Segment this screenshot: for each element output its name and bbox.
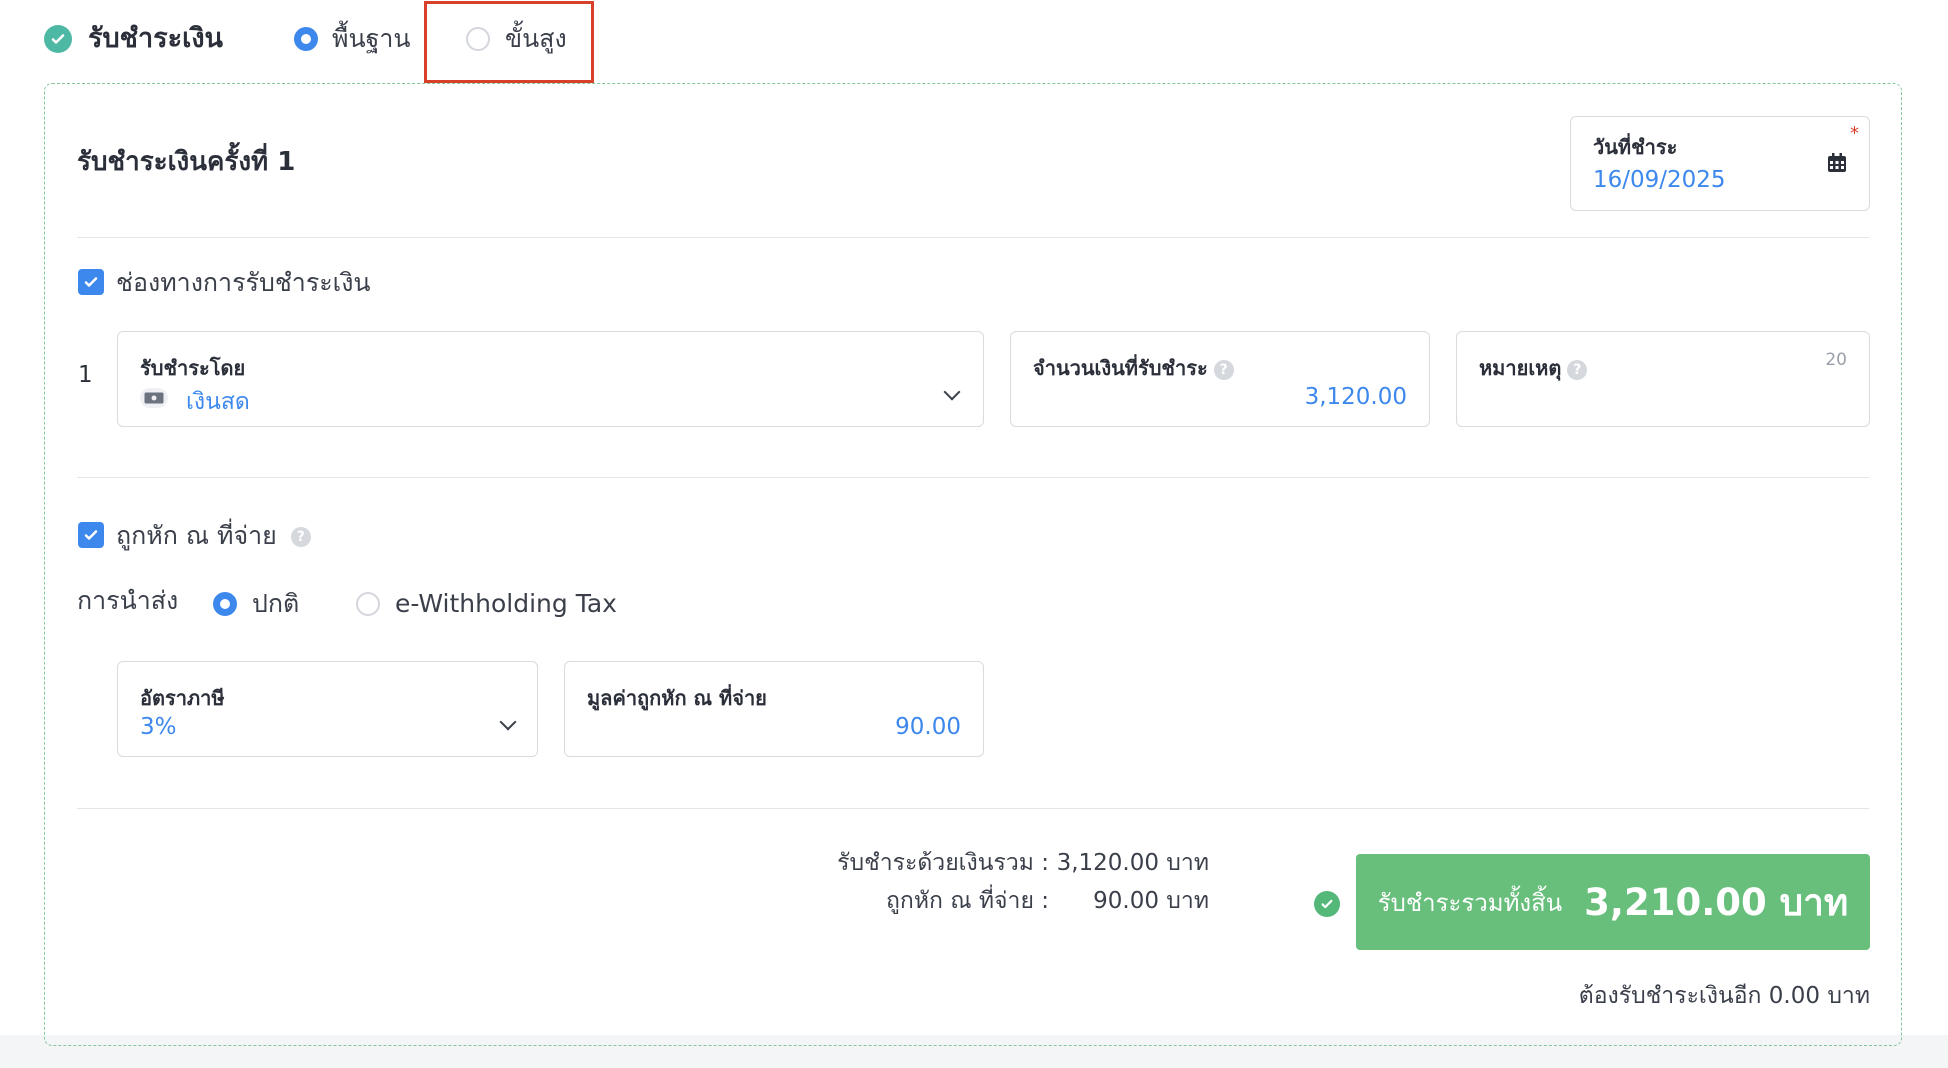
calendar-icon[interactable] bbox=[1827, 153, 1847, 177]
tax-rate-label: อัตราภาษี bbox=[140, 686, 225, 710]
advanced-mode-highlight bbox=[424, 1, 594, 83]
summary-paid-value: 3,120.00 บาท bbox=[1056, 850, 1209, 876]
withholding-amount-label: มูลค่าถูกหัก ณ ที่จ่าย bbox=[587, 686, 767, 710]
tax-rate-value: 3% bbox=[140, 714, 177, 740]
payment-date-value[interactable]: 16/09/2025 bbox=[1593, 167, 1726, 193]
section-check-icon bbox=[44, 25, 72, 53]
delivery-label: การนำส่ง bbox=[77, 586, 179, 615]
summary-withheld-value: 90.00 บาท bbox=[1093, 888, 1209, 914]
payment-amount-field[interactable]: จำนวนเงินที่รับชำระ? 3,120.00 bbox=[1010, 331, 1430, 427]
page-title: รับชำระเงิน bbox=[88, 23, 223, 54]
payment-amount-label: จำนวนเงินที่รับชำระ? bbox=[1033, 352, 1234, 384]
help-icon[interactable]: ? bbox=[290, 527, 311, 547]
tax-rate-select[interactable]: อัตราภาษี 3% bbox=[117, 661, 538, 757]
withholding-checkbox-label[interactable]: ถูกหัก ณ ที่จ่าย? bbox=[116, 519, 311, 553]
help-icon[interactable]: ? bbox=[1567, 359, 1588, 380]
payment-method-select[interactable]: รับชำระโดย เงินสด bbox=[117, 331, 984, 427]
delivery-ewht-label[interactable]: e-Withholding Tax bbox=[395, 587, 617, 621]
summary-withheld-label: ถูกหัก ณ ที่จ่าย : bbox=[886, 888, 1049, 914]
help-icon[interactable]: ? bbox=[1213, 359, 1234, 380]
note-label: หมายเหตุ? bbox=[1479, 352, 1588, 384]
withholding-amount-value[interactable]: 90.00 bbox=[895, 714, 961, 740]
delivery-ewht-radio[interactable] bbox=[356, 592, 380, 616]
mode-basic-label[interactable]: พื้นฐาน bbox=[332, 19, 411, 59]
cash-icon bbox=[140, 388, 168, 408]
payment-method-value: เงินสด bbox=[186, 389, 250, 415]
withholding-checkbox[interactable] bbox=[78, 522, 104, 548]
divider bbox=[77, 477, 1869, 478]
total-label: รับชำระรวมทั้งสิ้น bbox=[1377, 888, 1563, 917]
payment-amount-value[interactable]: 3,120.00 bbox=[1305, 384, 1407, 410]
required-mark: * bbox=[1850, 123, 1859, 144]
withholding-amount-field[interactable]: มูลค่าถูกหัก ณ ที่จ่าย 90.00 bbox=[564, 661, 984, 757]
mode-basic-radio[interactable] bbox=[294, 27, 318, 51]
payment-date-label: วันที่ชำระ bbox=[1593, 135, 1678, 159]
total-summary-box: รับชำระรวมทั้งสิ้น 3,210.00 บาท bbox=[1356, 854, 1870, 950]
payment-date-field[interactable]: วันที่ชำระ * 16/09/2025 bbox=[1570, 116, 1870, 211]
divider bbox=[77, 237, 1869, 238]
total-value: 3,210.00 บาท bbox=[1584, 880, 1849, 924]
check-circle-icon bbox=[1314, 891, 1340, 917]
note-char-limit: 20 bbox=[1825, 350, 1847, 370]
channel-checkbox[interactable] bbox=[78, 269, 104, 295]
chevron-down-icon[interactable] bbox=[943, 383, 961, 401]
payment-method-label: รับชำระโดย bbox=[140, 356, 246, 380]
chevron-down-icon[interactable] bbox=[499, 713, 517, 731]
delivery-normal-radio[interactable] bbox=[213, 592, 237, 616]
channel-row-number: 1 bbox=[78, 362, 93, 388]
note-field[interactable]: หมายเหตุ? 20 bbox=[1456, 331, 1870, 427]
summary-paid-label: รับชำระด้วยเงินรวม : bbox=[837, 850, 1049, 876]
channel-checkbox-label[interactable]: ช่องทางการรับชำระเงิน bbox=[116, 266, 371, 300]
divider bbox=[77, 808, 1869, 809]
remaining-amount: ต้องรับชำระเงินอีก 0.00 บาท bbox=[1578, 983, 1870, 1009]
delivery-normal-label[interactable]: ปกติ bbox=[252, 587, 299, 621]
payment-section-title: รับชำระเงินครั้งที่ 1 bbox=[77, 147, 296, 177]
